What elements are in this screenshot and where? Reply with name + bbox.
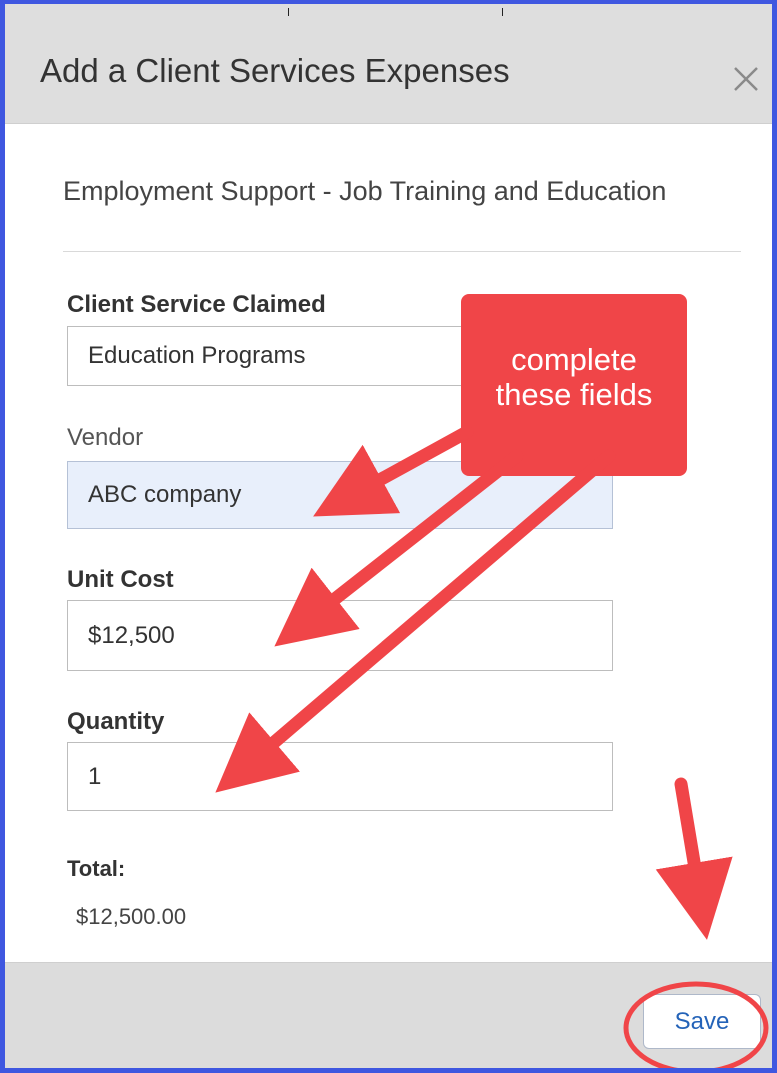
client-service-label: Client Service Claimed [67,291,326,318]
dialog-title: Add a Client Services Expenses [40,52,510,89]
divider [63,251,741,252]
total-value: $12,500.00 [76,904,187,929]
vendor-label: Vendor [67,424,144,451]
annotation-text-line1: complete [511,342,637,377]
section-title: Employment Support - Job Training and Ed… [63,176,667,206]
unit-cost-label: Unit Cost [67,566,174,593]
unit-cost-field[interactable]: $12,500 [67,600,613,671]
annotation-callout: complete these fields [461,294,687,476]
dialog-window: Add a Client Services Expenses Employmen… [0,0,777,1073]
column-divider [502,8,503,16]
client-service-field[interactable]: Education Programs [67,326,477,386]
arrow-to-save [655,777,733,940]
close-icon-glyph [734,67,758,91]
dialog-header: Add a Client Services Expenses [5,4,772,124]
save-button[interactable]: Save [643,994,761,1049]
quantity-field[interactable]: 1 [67,742,613,811]
total-label: Total: [67,856,126,881]
annotation-text-line2: these fields [495,377,653,413]
close-icon[interactable] [727,60,763,96]
column-divider [288,8,289,16]
quantity-label: Quantity [67,708,165,735]
